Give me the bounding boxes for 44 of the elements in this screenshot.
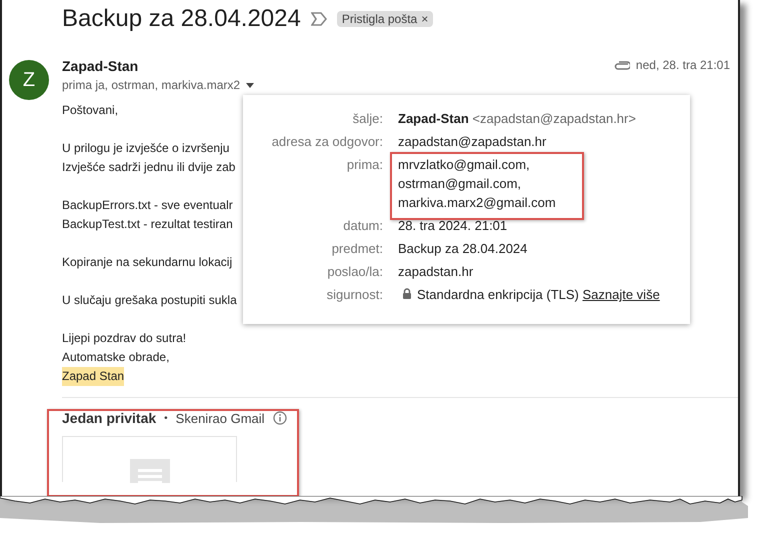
dropdown-caret-icon — [246, 82, 254, 88]
recipient-address: markiva.marx2@gmail.com — [398, 194, 556, 212]
body-text: Kopiranje na sekundarnu lokacij — [62, 254, 232, 271]
body-text: Izvješće sadrži jednu ili dvije zab — [62, 159, 236, 176]
body-text: U prilogu je izvješće o izvršenju — [62, 140, 230, 157]
label-icon — [310, 12, 327, 26]
attachment-thumbnail[interactable] — [62, 436, 237, 482]
detail-value: zapadstan@zapadstan.hr — [398, 134, 546, 149]
remove-label-button[interactable]: × — [421, 12, 428, 26]
sender-name: Zapad-Stan — [62, 58, 140, 74]
detail-label: prima: — [346, 156, 383, 174]
recipient-address: ostrman@gmail.com, — [398, 175, 522, 193]
scan-note: Skenirao Gmail — [176, 410, 265, 426]
separator-dot: • — [164, 412, 168, 424]
document-icon — [130, 459, 170, 483]
detail-label: šalje: — [352, 110, 383, 128]
message-date: ned, 28. tra 21:01 — [636, 58, 730, 72]
body-text: BackupTest.txt - rezultat testiran — [62, 216, 233, 233]
body-text: Lijepi pozdrav do sutra! — [62, 330, 186, 347]
detail-label: predmet: — [332, 240, 383, 258]
security-detail: Standardna enkripcija (TLS) Saznajte više — [398, 285, 670, 304]
learn-more-link[interactable]: Saznajte više — [582, 287, 660, 302]
paperclip-icon — [614, 60, 630, 70]
detail-value: zapadstan.hr — [398, 264, 474, 279]
body-text: Zapad Stan — [62, 367, 124, 386]
detail-value: 28. tra 2024. 21:01 — [398, 218, 508, 233]
detail-label: poslao/la: — [327, 263, 383, 281]
body-text: BackupErrors.txt - sve eventualr — [62, 197, 233, 214]
info-icon — [272, 411, 287, 425]
sender-detail: Zapad-Stan <zapadstan@zapadstan.hr> — [398, 111, 636, 126]
detail-label: datum: — [343, 217, 383, 235]
sender-avatar: Z — [9, 60, 49, 100]
body-text: Poštovani, — [62, 102, 118, 119]
body-text: Automatske obrade, — [62, 349, 170, 366]
body-text: U slučaju grešaka postupiti sukla — [62, 292, 237, 309]
recipients-summary: prima ja, ostrman, markiva.marx2 — [62, 78, 240, 92]
detail-label: adresa za odgovor: — [272, 133, 383, 151]
email-subject: Backup za 28.04.2024 — [62, 5, 301, 33]
recipient-address: mrvzlatko@gmail.com, — [398, 156, 530, 174]
detail-label: sigurnost: — [326, 286, 383, 304]
label-chip: Pristigla pošta × — [336, 11, 434, 27]
lock-icon — [402, 288, 412, 299]
attachments-heading: Jedan privitak — [62, 410, 156, 426]
detail-value: Backup za 28.04.2024 — [398, 241, 528, 256]
